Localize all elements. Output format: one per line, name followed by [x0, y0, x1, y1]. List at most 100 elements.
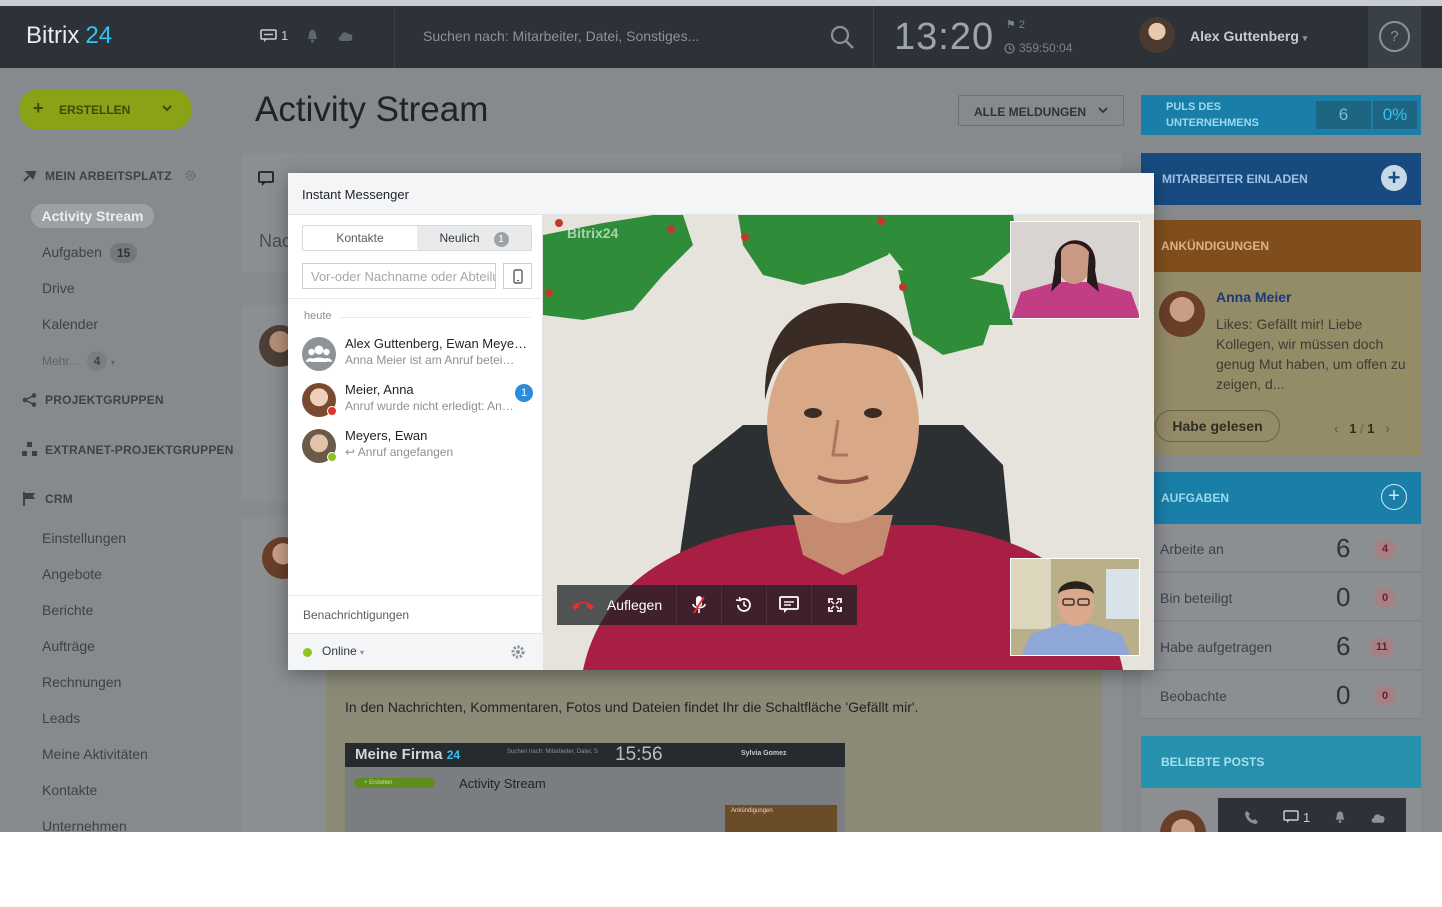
user-avatar[interactable]	[1139, 17, 1175, 53]
status-selector[interactable]: Online ▾	[288, 633, 543, 670]
sidebar-item-calendar[interactable]: Kalender	[42, 316, 98, 332]
contact-name: Meier, Anna	[345, 382, 414, 397]
post-embedded-screenshot[interactable]: Meine Firma 24 Suchen nach: Mitarbeiter,…	[345, 743, 845, 832]
sidebar-section-extranet[interactable]: EXTRANET-PROJEKTGRUPPEN	[22, 442, 234, 457]
call-history-button[interactable]	[722, 585, 767, 625]
hangup-button[interactable]: Auflegen	[557, 585, 677, 625]
flag-icon	[23, 492, 35, 506]
contact-status-text: Anna Meier ist am Anruf beteiligt	[345, 353, 515, 367]
mute-microphone-button[interactable]	[677, 585, 722, 625]
notifications-link[interactable]: Benachrichtigungen	[288, 595, 543, 633]
help-button[interactable]: ?	[1368, 6, 1421, 68]
embedded-title: Activity Stream	[459, 776, 546, 791]
participant-video-anna[interactable]	[1010, 221, 1140, 319]
plus-icon[interactable]: +	[1381, 484, 1407, 510]
message-icon	[258, 171, 274, 186]
chevron-left-icon[interactable]: ‹	[1334, 421, 1338, 436]
sidebar-item-tasks[interactable]: Aufgaben 15	[42, 243, 138, 263]
participant-video-feed	[1011, 559, 1139, 655]
task-row-assigned[interactable]: Habe aufgetragen 6 11	[1141, 622, 1421, 670]
task-badge: 4	[1374, 539, 1396, 559]
sidebar-more[interactable]: Mehr... 4 ▾	[42, 351, 115, 371]
structure-icon	[22, 442, 37, 456]
task-row-working[interactable]: Arbeite an 6 4	[1141, 524, 1421, 572]
pin-icon	[23, 171, 37, 182]
cloud-icon[interactable]	[1370, 811, 1387, 824]
contact-row-anna-meier[interactable]: Meier, Anna Anruf wurde nicht erledigt: …	[288, 379, 543, 423]
bell-icon[interactable]	[306, 29, 319, 43]
sidebar-item-leads[interactable]: Leads	[42, 710, 80, 726]
flag-counter[interactable]: ⚑ 2	[1006, 18, 1025, 31]
pulse-percent: 0%	[1373, 101, 1417, 129]
phone-icon[interactable]	[1244, 810, 1259, 825]
sidebar-item-invoices[interactable]: Rechnungen	[42, 674, 121, 690]
sidebar-item-contacts[interactable]: Kontakte	[42, 782, 97, 798]
sidebar-item-settings[interactable]: Einstellungen	[42, 530, 126, 546]
filter-dropdown[interactable]: ALLE MELDUNGEN	[958, 95, 1124, 126]
announcement-text: Likes: Gefällt mir! Liebe Kollegen, wir …	[1216, 316, 1406, 392]
contact-row-ewan-meyers[interactable]: Meyers, Ewan ↩ Anruf angefangen	[288, 425, 543, 469]
clock[interactable]: 13:20	[894, 16, 994, 59]
task-row-watching[interactable]: Beobachte 0 0	[1141, 671, 1421, 719]
chat-count: 1	[281, 28, 289, 43]
company-pulse[interactable]: PULS DES UNTERNEHMENS 6 0%	[1141, 95, 1421, 135]
user-menu[interactable]: Alex Guttenberg ▾	[1190, 28, 1307, 44]
task-badge: 0	[1374, 588, 1396, 608]
chat-counter[interactable]: 1	[260, 28, 288, 43]
sidebar-item-activities[interactable]: Meine Aktivitäten	[42, 746, 148, 762]
chat-button[interactable]	[767, 585, 812, 625]
work-timer[interactable]: 359:50:04	[1004, 41, 1072, 55]
section-today: heute	[304, 310, 332, 322]
gear-icon[interactable]	[184, 169, 197, 182]
mark-read-button[interactable]: Habe gelesen	[1155, 410, 1280, 442]
contact-row-group-call[interactable]: Alex Guttenberg, Ewan Meyers, Anna Meier…	[288, 333, 543, 377]
announcement-author-avatar[interactable]	[1159, 291, 1205, 337]
unread-badge: 1	[515, 384, 533, 402]
sidebar-item-companies[interactable]: Unternehmen	[42, 818, 127, 832]
create-button[interactable]: + ERSTELLEN	[19, 89, 192, 130]
microphone-muted-icon	[692, 596, 706, 614]
sidebar-section-crm[interactable]: CRM	[22, 491, 73, 506]
chat-icon	[779, 596, 799, 613]
gear-icon[interactable]	[510, 644, 526, 660]
announcement-author[interactable]: Anna Meier	[1216, 289, 1291, 305]
tab-contacts[interactable]: Kontakte	[303, 226, 417, 250]
mobile-icon	[512, 268, 523, 284]
tasks-header: AUFGABEN +	[1141, 472, 1421, 524]
bell-icon[interactable]	[1334, 810, 1346, 824]
top-header: Bitrix 24 1 Suchen nach: Mitarbeiter, Dat…	[0, 0, 1442, 68]
invite-employees[interactable]: MITARBEITER EINLADEN +	[1141, 153, 1421, 205]
plus-icon: +	[1381, 165, 1407, 191]
embedded-panel: Ankündigungen	[725, 805, 837, 832]
divider	[288, 298, 543, 299]
participant-video-ewan[interactable]	[1010, 558, 1140, 656]
fullscreen-button[interactable]	[812, 585, 857, 625]
sidebar-item-drive[interactable]: Drive	[42, 280, 75, 296]
logo[interactable]: Bitrix 24	[26, 22, 112, 50]
contact-search-input[interactable]: Vor-oder Nachname oder Abteilung	[302, 263, 496, 289]
composer-input[interactable]: Nac	[259, 231, 291, 252]
sidebar-item-orders[interactable]: Aufträge	[42, 638, 95, 654]
divider	[340, 317, 530, 318]
global-search[interactable]: Suchen nach: Mitarbeiter, Datei, Sonstig…	[394, 6, 874, 68]
messenger-title-bar[interactable]: Instant Messenger	[288, 173, 1154, 215]
global-search-input[interactable]: Suchen nach: Mitarbeiter, Datei, Sonstig…	[423, 28, 699, 44]
call-controls: Auflegen	[557, 585, 857, 625]
sidebar-section-workspace[interactable]: MEIN ARBEITSPLATZ	[22, 168, 197, 183]
tab-recent[interactable]: Neulich 1	[417, 226, 531, 250]
task-row-participating[interactable]: Bin beteiligt 0 0	[1141, 573, 1421, 621]
messenger-contact-panel: Kontakte Neulich 1 Vor-oder Nachname oder…	[288, 215, 543, 670]
search-icon[interactable]	[829, 24, 855, 50]
sidebar-section-groups[interactable]: PROJEKTGRUPPEN	[22, 393, 164, 407]
mobile-button[interactable]	[503, 263, 532, 289]
sidebar-item-reports[interactable]: Berichte	[42, 602, 93, 618]
sidebar-item-offers[interactable]: Angebote	[42, 566, 102, 582]
contact-status-text: Anruf wurde nicht erledigt: Anna Meier	[345, 399, 515, 413]
sidebar-item-activity-stream[interactable]: Activity Stream	[31, 204, 154, 228]
pulse-value: 6	[1316, 101, 1371, 129]
mini-chat[interactable]: 1	[1283, 810, 1310, 825]
hangup-phone-icon	[571, 601, 594, 610]
cloud-icon[interactable]	[337, 29, 355, 42]
chevron-right-icon[interactable]: ›	[1385, 421, 1389, 436]
plus-icon: +	[33, 98, 44, 118]
